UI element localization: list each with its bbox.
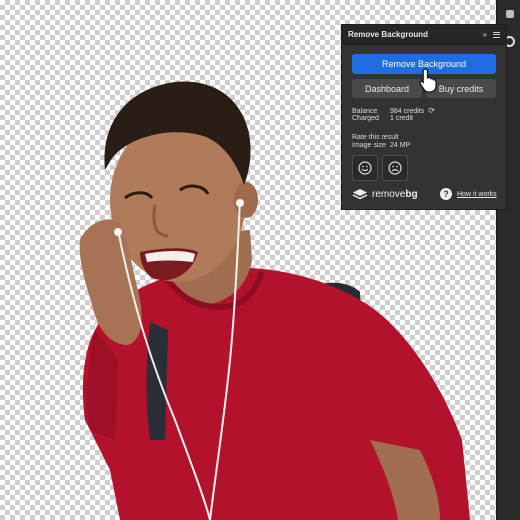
rate-happy-button[interactable] xyxy=(352,155,378,181)
brand-bold: bg xyxy=(405,188,418,200)
charged-value: 1 credit xyxy=(390,115,413,122)
panel-title: Remove Background xyxy=(348,30,429,39)
brand-name: removebg xyxy=(372,189,418,200)
image-size-label: Image size xyxy=(352,142,386,149)
remove-background-panel: Remove Background » Remove Background Da… xyxy=(342,25,506,209)
charged-label: Charged xyxy=(352,115,379,122)
double-chevron-right-icon[interactable]: » xyxy=(483,30,487,39)
rate-sad-button[interactable] xyxy=(382,155,408,181)
charged-row: Charged 1 credit xyxy=(352,114,413,123)
how-it-works-link[interactable]: ? How it works xyxy=(440,188,497,200)
brand-light: remove xyxy=(372,188,406,200)
panel-header: Remove Background » xyxy=(342,25,506,45)
image-size-row: Image size 24 MP xyxy=(352,141,410,150)
dashboard-button[interactable]: Dashboard xyxy=(352,79,422,98)
removebg-logo-icon xyxy=(352,189,368,200)
question-circle-icon: ? xyxy=(440,188,452,200)
hand-pointer-icon xyxy=(419,68,437,93)
removebg-logo: removebg xyxy=(352,188,418,200)
smiley-face-icon xyxy=(358,161,372,175)
sad-face-icon xyxy=(388,161,402,175)
how-it-works-label: How it works xyxy=(457,190,497,198)
refresh-icon[interactable]: ⟳ xyxy=(428,106,435,115)
toolbar-item-icon[interactable] xyxy=(506,10,514,18)
image-size-value: 24 MP xyxy=(390,142,411,149)
hamburger-menu-icon[interactable] xyxy=(493,30,500,39)
